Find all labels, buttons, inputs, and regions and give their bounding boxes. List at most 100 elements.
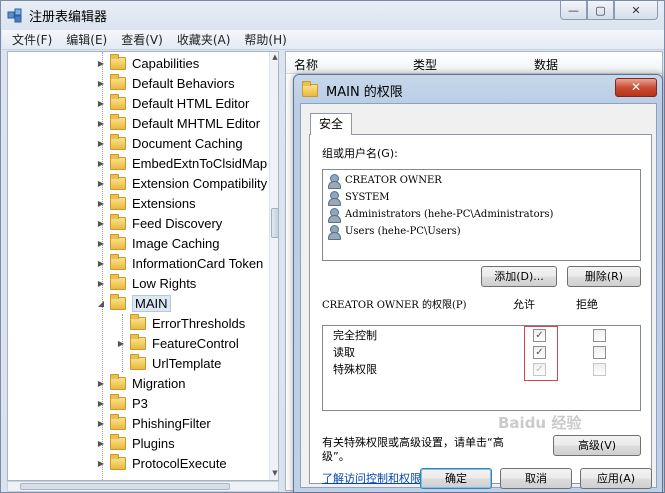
folder-icon: [110, 153, 126, 170]
folder-icon: [130, 313, 146, 330]
maximize-button[interactable]: ▢: [587, 1, 614, 20]
dialog-title-bar: MAIN 的权限: [302, 81, 403, 100]
allow-special-checkbox: ✓: [533, 363, 546, 376]
menu-edit[interactable]: 编辑(E): [66, 31, 107, 48]
menu-favorites[interactable]: 收藏夹(A): [177, 31, 231, 48]
tree-item-main[interactable]: ◢ MAIN: [96, 293, 171, 313]
folder-icon: [110, 173, 126, 190]
tree-item[interactable]: ErrorThresholds: [116, 313, 245, 333]
allow-read-checkbox[interactable]: ✓: [533, 346, 546, 359]
close-button[interactable]: ✕: [614, 1, 658, 20]
tree-item[interactable]: ▶ Default MHTML Editor: [96, 113, 260, 133]
expand-arrow-icon[interactable]: ▶: [96, 439, 106, 448]
user-item[interactable]: CREATOR OWNER: [326, 172, 442, 189]
tree-horizontal-scrollbar[interactable]: [7, 481, 279, 492]
expand-arrow-icon[interactable]: ▶: [96, 399, 106, 408]
expand-arrow-icon[interactable]: ▶: [116, 339, 126, 348]
expand-arrow-icon[interactable]: ▶: [96, 279, 106, 288]
expand-arrow-icon[interactable]: ▶: [96, 179, 106, 188]
expand-arrow-icon[interactable]: ▶: [96, 419, 106, 428]
expand-arrow-icon[interactable]: ▶: [96, 139, 106, 148]
expand-arrow-icon[interactable]: ▶: [96, 199, 106, 208]
tab-security[interactable]: 安全: [310, 113, 353, 135]
dialog-close-button[interactable]: ✕: [615, 78, 657, 97]
security-panel: 组或用户名(G): CREATOR OWNER SYSTEM Administr…: [309, 134, 652, 486]
add-button[interactable]: 添加(D)...: [481, 266, 557, 287]
allow-full-control-checkbox[interactable]: ✓: [533, 329, 546, 342]
folder-icon: [110, 413, 126, 430]
tree-item[interactable]: ▶ P3: [96, 393, 148, 413]
folder-icon: [110, 433, 126, 450]
expand-arrow-icon[interactable]: ▶: [96, 159, 106, 168]
expand-arrow-icon[interactable]: ▶: [96, 99, 106, 108]
tree-item[interactable]: ▶ ProtocolExecute: [96, 453, 227, 473]
tree-item[interactable]: ▶ Plugins: [96, 433, 175, 453]
user-group-icon: [326, 207, 342, 223]
user-group-icon: [326, 224, 342, 240]
remove-button[interactable]: 删除(R): [567, 266, 641, 287]
folder-icon: [110, 373, 126, 390]
permissions-dialog: MAIN 的权限 ✕ 安全 组或用户名(G): CREATOR OWNER SY…: [293, 74, 663, 493]
expand-arrow-icon[interactable]: ▶: [96, 379, 106, 388]
tree-vertical-scrollbar[interactable]: ▲ ▼: [269, 52, 278, 480]
folder-open-icon: [110, 293, 126, 310]
expand-arrow-icon[interactable]: ▶: [96, 79, 106, 88]
folder-icon: [110, 233, 126, 250]
scroll-thumb[interactable]: [20, 483, 230, 490]
tree-item[interactable]: ▶ InformationCard Token: [96, 253, 263, 273]
scroll-down-icon[interactable]: ▼: [270, 469, 278, 479]
deny-special-checkbox: [593, 363, 606, 376]
tree-item[interactable]: ▶ Low Rights: [96, 273, 196, 293]
apply-button[interactable]: 应用(A): [580, 468, 652, 489]
menu-help[interactable]: 帮助(H): [244, 31, 286, 48]
deny-full-control-checkbox[interactable]: [593, 329, 606, 342]
minimize-button[interactable]: —: [560, 1, 587, 20]
expand-arrow-icon[interactable]: ▶: [96, 459, 106, 468]
folder-icon: [110, 253, 126, 270]
tree-item[interactable]: UrlTemplate: [116, 353, 221, 373]
folder-icon: [110, 213, 126, 230]
menu-view[interactable]: 查看(V): [121, 31, 163, 48]
tree-item[interactable]: ▶ Migration: [96, 373, 185, 393]
group-label: 组或用户名(G):: [322, 147, 398, 160]
scroll-thumb[interactable]: [271, 208, 278, 238]
tree-item[interactable]: ▶ Extensions: [96, 193, 196, 213]
cancel-button[interactable]: 取消: [500, 468, 572, 489]
tree-item[interactable]: ▶ Extension Compatibility: [96, 173, 267, 193]
allow-header: 允许: [513, 298, 535, 311]
folder-icon: [110, 73, 126, 90]
tree-item[interactable]: ▶ Capabilities: [96, 53, 199, 73]
user-list: CREATOR OWNER SYSTEM Administrators (heh…: [322, 169, 641, 261]
user-item[interactable]: Administrators (hehe-PC\Administrators): [326, 206, 553, 223]
advanced-button[interactable]: 高级(V): [553, 435, 641, 456]
expand-arrow-icon[interactable]: ▶: [96, 119, 106, 128]
title-bar: 注册表编辑器: [7, 5, 107, 25]
tree-item[interactable]: ▶ EmbedExtnToClsidMap: [96, 153, 267, 173]
menu-file[interactable]: 文件(F): [12, 31, 52, 48]
expand-arrow-icon[interactable]: ▶: [96, 59, 106, 68]
column-name[interactable]: 名称: [294, 56, 318, 73]
scroll-up-icon[interactable]: ▲: [270, 53, 278, 63]
deny-read-checkbox[interactable]: [593, 346, 606, 359]
expand-arrow-icon[interactable]: ▶: [96, 219, 106, 228]
user-item[interactable]: SYSTEM: [326, 189, 390, 206]
tree-item[interactable]: ▶ Default HTML Editor: [96, 93, 249, 113]
tree-item[interactable]: ▶ Document Caching: [96, 133, 243, 153]
ok-button[interactable]: 确定: [420, 468, 492, 489]
column-data[interactable]: 数据: [534, 56, 558, 73]
column-type[interactable]: 类型: [413, 56, 437, 73]
tree-item[interactable]: ▶ Image Caching: [96, 233, 219, 253]
folder-icon: [110, 453, 126, 470]
user-group-icon: [326, 173, 342, 189]
collapse-arrow-icon[interactable]: ◢: [96, 299, 106, 308]
folder-icon: [110, 273, 126, 290]
tree-item[interactable]: ▶ Default Behaviors: [96, 73, 235, 93]
user-item[interactable]: Users (hehe-PC\Users): [326, 223, 461, 240]
tree-item[interactable]: ▶ PhishingFilter: [96, 413, 211, 433]
expand-arrow-icon[interactable]: ▶: [96, 259, 106, 268]
menu-bar: 文件(F) 编辑(E) 查看(V) 收藏夹(A) 帮助(H): [2, 30, 664, 50]
access-control-link[interactable]: 了解访问控制和权限: [322, 470, 421, 486]
expand-arrow-icon[interactable]: ▶: [96, 239, 106, 248]
tree-item[interactable]: ▶ Feed Discovery: [96, 213, 222, 233]
tree-item[interactable]: ▶ FeatureControl: [116, 333, 239, 353]
